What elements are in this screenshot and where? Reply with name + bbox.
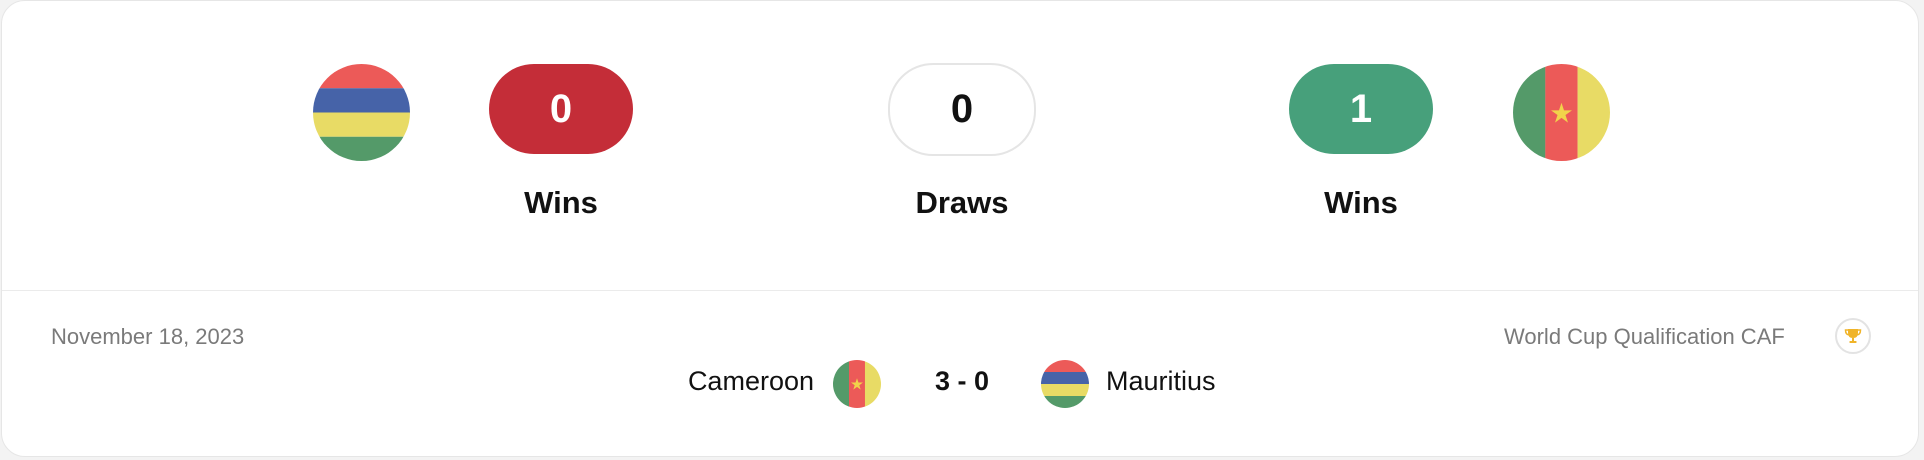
home-team-name[interactable]: Cameroon bbox=[688, 366, 814, 397]
cameroon-flag-icon bbox=[1513, 64, 1610, 161]
section-divider bbox=[2, 290, 1918, 291]
head-to-head-card: 0 Wins 0 Draws 1 Wins November 18, 2023 … bbox=[1, 0, 1919, 457]
left-team-wins-label: Wins bbox=[524, 185, 598, 220]
match-date: November 18, 2023 bbox=[51, 324, 245, 349]
match-score: 3 - 0 bbox=[934, 366, 990, 396]
trophy-icon[interactable] bbox=[1835, 318, 1871, 354]
away-team-name[interactable]: Mauritius bbox=[1106, 366, 1216, 397]
draws-label: Draws bbox=[915, 185, 1009, 220]
mauritius-flag-icon bbox=[1041, 360, 1089, 408]
right-team-wins-label: Wins bbox=[1324, 185, 1398, 220]
cameroon-flag-icon bbox=[833, 360, 881, 408]
mauritius-flag-icon bbox=[313, 64, 410, 161]
competition-name[interactable]: World Cup Qualification CAF bbox=[1504, 324, 1785, 350]
right-team-wins-count: 1 bbox=[1289, 64, 1433, 154]
draws-count: 0 bbox=[888, 63, 1036, 156]
left-team-wins-count: 0 bbox=[489, 64, 633, 154]
